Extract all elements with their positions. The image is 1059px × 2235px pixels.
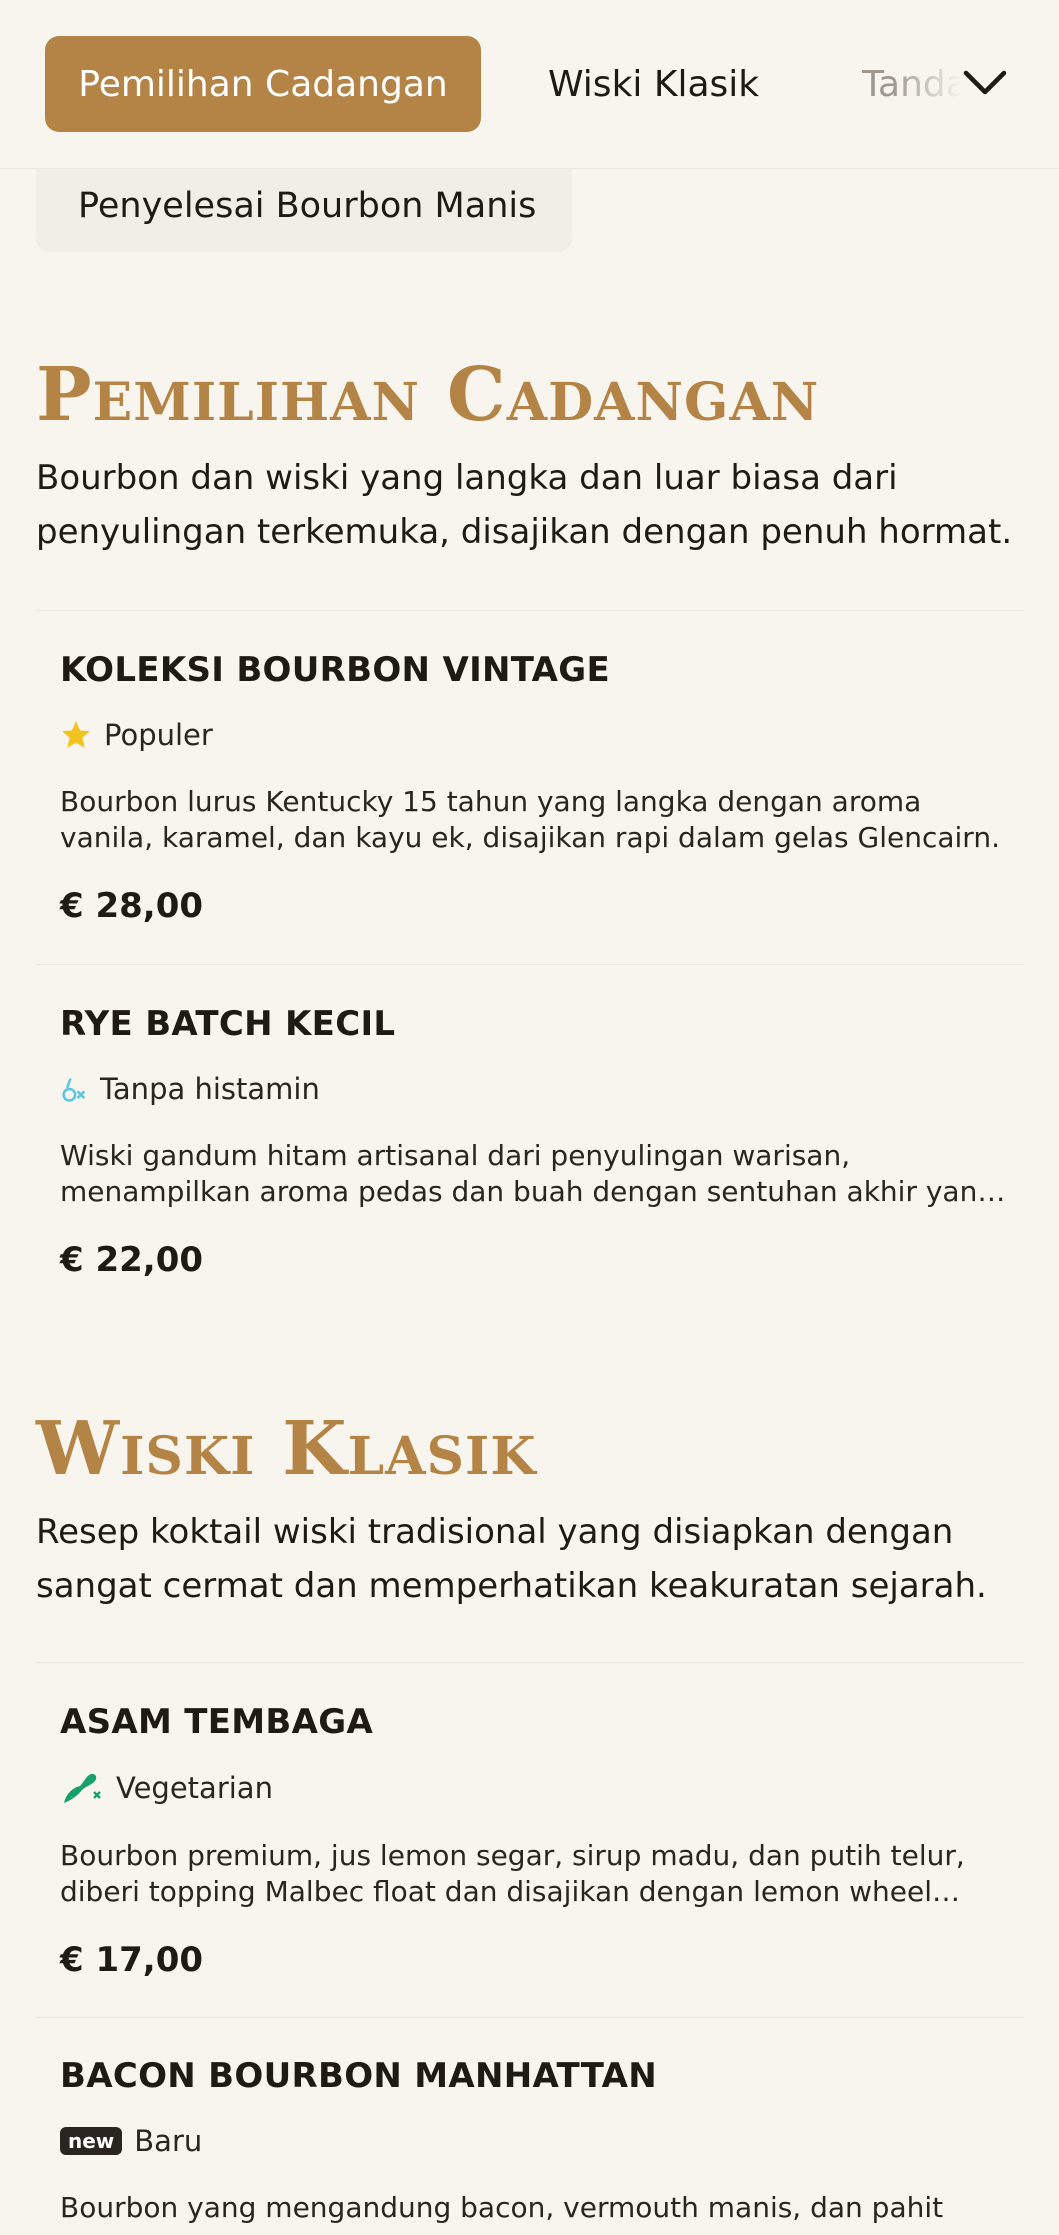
item-tag: new Baru: [60, 2124, 1020, 2158]
item-name: BACON BOURBON MANHATTAN: [60, 2056, 658, 2096]
item-description: Bourbon lurus Kentucky 15 tahun yang lan…: [60, 785, 1000, 854]
star-icon: [60, 719, 92, 751]
item-description: Bourbon yang mengandung bacon, vermouth …: [60, 2191, 944, 2224]
tab-tanda-tangan[interactable]: Tanda Tangan: [862, 36, 962, 132]
section-title: Pemilihan Cadangan: [36, 352, 820, 438]
menu-item[interactable]: ASAM TEMBAGA Vegetarian Bourbon premium,…: [60, 1702, 1020, 1980]
divider: [36, 2017, 1024, 2018]
menu-item[interactable]: BACON BOURBON MANHATTAN new Baru Bourbon…: [60, 2056, 1020, 2226]
item-description: Wiski gandum hitam artisanal dari penyul…: [60, 1139, 996, 1208]
item-description: Bourbon premium, jus lemon segar, sirup …: [60, 1839, 965, 1908]
item-name: KOLEKSI BOURBON VINTAGE: [60, 650, 610, 690]
item-tag: Vegetarian: [60, 1770, 1020, 1806]
item-price: € 28,00: [60, 886, 204, 926]
tab-pemilihan-cadangan[interactable]: Pemilihan Cadangan: [45, 36, 481, 132]
section-description: Resep koktail wiski tradisional yang dis…: [36, 1512, 987, 1606]
divider: [36, 964, 1024, 965]
menu-item[interactable]: KOLEKSI BOURBON VINTAGE Populer Bourbon …: [60, 650, 1020, 926]
vegetarian-icon: [60, 1770, 104, 1806]
histamine-free-icon: [60, 1074, 88, 1104]
category-tab-bar: Pemilihan Cadangan Wiski Klasik Tanda Ta…: [0, 0, 1059, 169]
divider: [36, 1662, 1024, 1663]
chevron-down-icon[interactable]: [960, 58, 1010, 108]
menu-item[interactable]: RYE BATCH KECIL Tanpa histamin Wiski gan…: [60, 1004, 1020, 1280]
tab-wiski-klasik[interactable]: Wiski Klasik: [548, 36, 759, 132]
item-tag-label: Vegetarian: [116, 1771, 273, 1805]
item-tag: Tanpa histamin: [60, 1072, 1020, 1106]
subcategory-chip[interactable]: Penyelesai Bourbon Manis: [36, 160, 572, 252]
section-description: Bourbon dan wiski yang langka dan luar b…: [36, 458, 1013, 552]
item-tag: Populer: [60, 718, 1020, 752]
section-title: Wiski Klasik: [36, 1406, 537, 1492]
item-name: RYE BATCH KECIL: [60, 1004, 396, 1044]
item-tag-label: Tanpa histamin: [100, 1072, 320, 1106]
item-price: € 17,00: [60, 1940, 204, 1980]
divider: [36, 610, 1024, 611]
item-name: ASAM TEMBAGA: [60, 1702, 374, 1742]
item-price: € 22,00: [60, 1240, 204, 1280]
new-badge-icon: new: [60, 2127, 123, 2155]
item-tag-label: Baru: [134, 2124, 203, 2158]
item-tag-label: Populer: [104, 718, 213, 752]
